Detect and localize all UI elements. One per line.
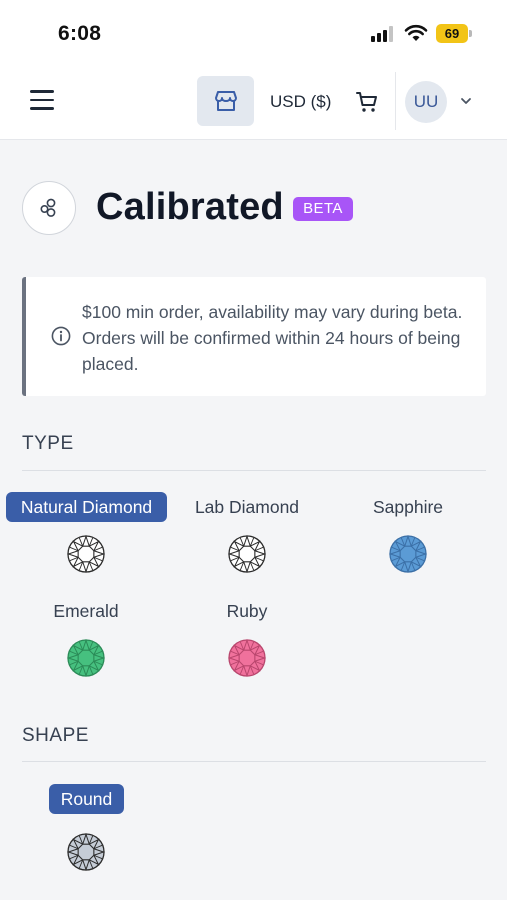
shape-section-title: SHAPE xyxy=(22,725,89,746)
store-button[interactable] xyxy=(197,76,254,126)
nav-divider xyxy=(395,72,396,130)
shape-section-divider xyxy=(22,761,486,762)
notice-text: $100 min order, availability may vary du… xyxy=(82,302,463,374)
gems-cluster-icon xyxy=(40,198,56,217)
type-section-divider xyxy=(22,470,486,471)
natural-diamond-gem-icon[interactable] xyxy=(66,534,106,574)
status-bar: 6:08 69 xyxy=(0,0,507,66)
page-title: Calibrated xyxy=(96,186,284,228)
type-option-natural-diamond[interactable]: Natural Diamond xyxy=(6,492,167,522)
menu-icon[interactable] xyxy=(30,90,54,110)
round-shape-gem-icon[interactable] xyxy=(66,832,106,872)
info-icon xyxy=(51,326,71,346)
wifi-icon xyxy=(404,24,428,41)
currency-selector[interactable]: USD ($) xyxy=(270,92,331,112)
type-option-ruby[interactable]: Ruby xyxy=(207,596,287,626)
emerald-gem-icon[interactable] xyxy=(66,638,106,678)
type-option-sapphire[interactable]: Sapphire xyxy=(358,492,458,522)
avatar[interactable]: UU xyxy=(405,81,447,123)
type-option-lab-diamond[interactable]: Lab Diamond xyxy=(182,492,312,522)
beta-badge: BETA xyxy=(293,197,353,221)
ruby-gem-icon[interactable] xyxy=(227,638,267,678)
shape-option-round[interactable]: Round xyxy=(49,784,124,814)
cart-icon[interactable] xyxy=(355,90,379,114)
top-nav: USD ($) UU xyxy=(0,66,507,140)
lab-diamond-gem-icon[interactable] xyxy=(227,534,267,574)
storefront-icon xyxy=(214,91,237,111)
type-option-emerald[interactable]: Emerald xyxy=(36,596,136,626)
chevron-down-icon[interactable] xyxy=(460,96,472,106)
status-time: 6:08 xyxy=(58,22,102,45)
calibrated-logo xyxy=(22,181,76,235)
cellular-signal-icon xyxy=(371,26,397,42)
info-notice: $100 min order, availability may vary du… xyxy=(22,277,486,396)
battery-level: 69 xyxy=(436,24,468,43)
battery-icon: 69 xyxy=(436,24,472,43)
type-section-title: TYPE xyxy=(22,433,74,454)
sapphire-gem-icon[interactable] xyxy=(388,534,428,574)
